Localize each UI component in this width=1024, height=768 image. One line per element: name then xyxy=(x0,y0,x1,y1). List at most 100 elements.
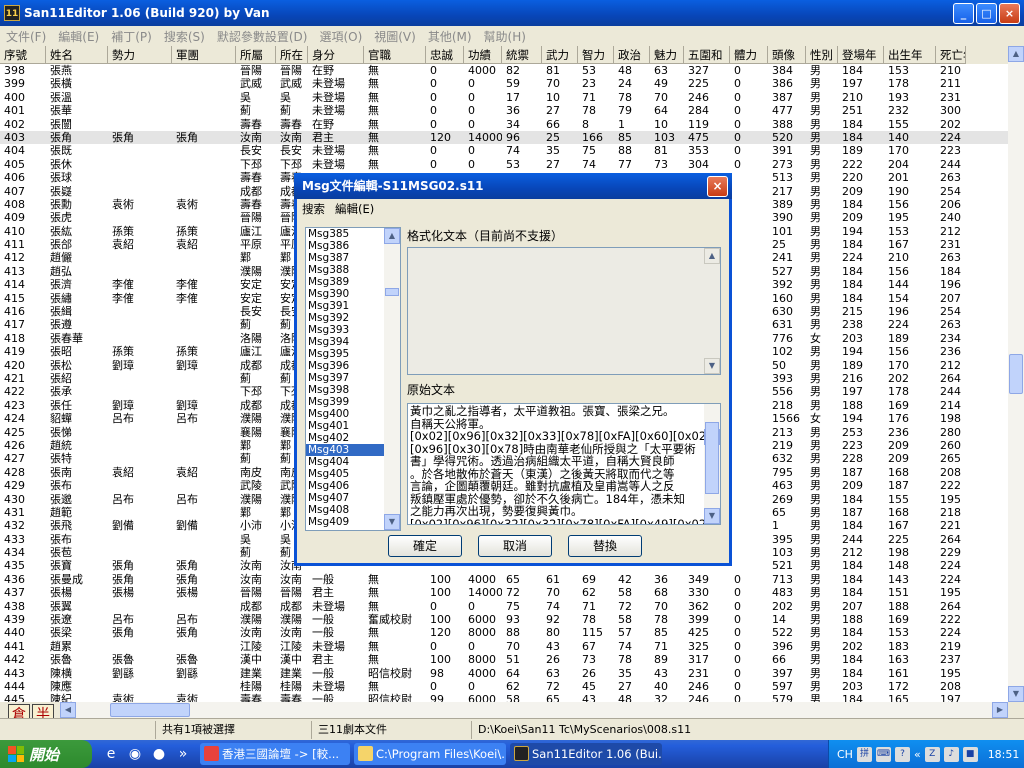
help-icon[interactable]: ? xyxy=(894,746,910,762)
ime-tray-icon[interactable]: 拼 xyxy=(856,746,872,762)
table-row[interactable]: 401 張華 薊 薊 未登場 無 0 0 36 27 78 79 64 284 0 477 男 251 232 300 xyxy=(0,104,1008,117)
table-cell: 男 xyxy=(810,532,821,546)
menu-item[interactable]: 幫助(H) xyxy=(478,28,532,45)
menu-item[interactable]: 文件(F) xyxy=(0,28,52,45)
column-header[interactable]: 死亡年 xyxy=(936,46,966,64)
title-bar[interactable]: 11 San11Editor 1.06 (Build 920) by Van _… xyxy=(0,0,1024,26)
list-scroll-up-icon[interactable]: ▲ xyxy=(384,228,400,244)
table-row[interactable]: 400 張溫 吳 吳 未登場 無 0 0 17 10 71 78 70 246 0 387 男 210 193 231 xyxy=(0,91,1008,104)
close-button[interactable]: × xyxy=(999,3,1020,24)
table-row[interactable]: 398 張燕 晉陽 晉陽 在野無 0 4000 82 81 53 48 63 327 0 384 男 184 15… xyxy=(0,64,1008,77)
column-header[interactable]: 體力 xyxy=(730,46,768,64)
list-scroll-down-icon[interactable]: ▼ xyxy=(384,514,400,530)
column-header[interactable]: 魅力 xyxy=(650,46,684,64)
network-icon[interactable]: Z xyxy=(924,746,940,762)
table-row[interactable]: 440 張梁 張角 張角 汝南 汝南 一般無 120 8000 88 80 115 57 85 425 0 52… xyxy=(0,626,1008,639)
color-tray-icon[interactable]: ■ xyxy=(962,746,978,762)
column-header[interactable]: 所在 xyxy=(276,46,308,64)
scroll-down-arrow-icon[interactable]: ▼ xyxy=(1008,686,1024,702)
scroll-left-arrow-icon[interactable]: ◀ xyxy=(60,702,76,718)
tray-chevron-icon[interactable]: « xyxy=(914,748,921,761)
raw-scroll-down-icon[interactable]: ▼ xyxy=(704,508,720,524)
scroll-right-arrow-icon[interactable]: ▶ xyxy=(992,702,1008,718)
table-horizontal-scrollbar[interactable]: ◀ ▶ xyxy=(60,702,1008,718)
table-row[interactable]: 443 陳横 劉繇 劉繇 建業 建業 一般 昭信校尉 98 4000 64 63 26 35 43 231 0 3… xyxy=(0,667,1008,680)
more-chevron-icon[interactable]: » xyxy=(174,745,192,763)
table-row[interactable]: 437 張楊 張楊 張楊 晉陽 晉陽 君主無 100 14000 72 70 62 58 68 330 0 48… xyxy=(0,586,1008,599)
column-header[interactable]: 智力 xyxy=(578,46,614,64)
raw-text-scrollbar[interactable]: ▲ ▼ xyxy=(704,404,720,524)
minimize-button[interactable]: _ xyxy=(953,3,974,24)
table-row[interactable]: 442 張魯 張魯 張魯 漢中 漢中 君主無 100 8000 51 26 73 78 89 317 0 66 男… xyxy=(0,653,1008,666)
ie-icon[interactable]: e xyxy=(102,745,120,763)
column-header[interactable]: 序號 xyxy=(0,46,46,64)
msg-list[interactable]: Msg385 Msg386 Msg387 Msg388 Msg389 Msg390 Msg3… xyxy=(305,227,401,531)
column-header[interactable]: 出生年 xyxy=(884,46,936,64)
column-header[interactable]: 身分 xyxy=(308,46,364,64)
column-header[interactable]: 統禦 xyxy=(502,46,542,64)
maximize-button[interactable]: □ xyxy=(976,3,997,24)
raw-scroll-thumb[interactable] xyxy=(705,422,719,494)
table-vertical-scrollbar[interactable]: ▲ ▼ xyxy=(1008,46,1024,702)
column-header[interactable]: 功績 xyxy=(464,46,502,64)
task-san11editor[interactable]: San11Editor 1.06 (Bui... xyxy=(510,743,662,765)
table-cell: 160 xyxy=(772,291,793,305)
volume-icon[interactable]: ♪ xyxy=(943,746,959,762)
column-header[interactable]: 頭像 xyxy=(768,46,806,64)
table-row[interactable]: 402 張闓 壽春 壽春 在野無 0 0 34 66 8 1 10 119 0 388 男 184 155 202 xyxy=(0,118,1008,131)
table-row[interactable]: 399 張橫 武威 武威 未登場無 0 0 59 70 23 24 49 225 0 386 男 197 178 2… xyxy=(0,77,1008,90)
table-cell: 男 xyxy=(810,224,821,238)
raw-text-area[interactable]: 黃巾之亂之指導者，太平道教祖。張寶、張梁之兄。 自稱天公將軍。 [0x02][0x9… xyxy=(407,403,721,525)
column-header[interactable]: 勢力 xyxy=(108,46,172,64)
formatted-text-area[interactable]: ▲ ▼ xyxy=(407,247,721,375)
dialog-menu-item[interactable]: 編輯(E) xyxy=(330,201,379,217)
scroll-up-arrow-icon[interactable]: ▲ xyxy=(1008,46,1024,62)
keyboard-icon[interactable]: ⌨ xyxy=(875,746,891,762)
menu-item[interactable]: 其他(M) xyxy=(422,28,478,45)
ok-button[interactable]: 確定 xyxy=(388,535,462,557)
dialog-title-bar[interactable]: Msg文件編輯-S11MSG02.s11 × xyxy=(294,173,732,199)
cancel-button[interactable]: 取消 xyxy=(478,535,552,557)
column-header[interactable]: 所屬 xyxy=(236,46,276,64)
msg-list-scrollbar[interactable]: ▲ ▼ xyxy=(384,228,400,530)
column-header[interactable]: 性別 xyxy=(806,46,838,64)
column-header[interactable]: 武力 xyxy=(542,46,578,64)
list-scroll-thumb[interactable] xyxy=(385,288,399,296)
column-header[interactable]: 政治 xyxy=(614,46,650,64)
table-row[interactable]: 439 張遼 呂布 呂布 濮陽 濮陽 一般 奮威校尉 100 6000 93 92 78 58 78 399 0… xyxy=(0,613,1008,626)
language-indicator[interactable]: CH xyxy=(837,748,853,761)
table-row[interactable]: 405 張休 下邳 下邳 未登場無 0 0 53 27 74 77 73 304 0 273 男 222 204 2… xyxy=(0,158,1008,171)
menu-item[interactable]: 視圖(V) xyxy=(368,28,422,45)
column-header[interactable]: 忠誠 xyxy=(426,46,464,64)
table-row[interactable]: 441 趙累 江陵 江陵 未登場無 0 0 70 43 67 74 71 325 0 396 男 202 183 2… xyxy=(0,640,1008,653)
column-header[interactable]: 軍團 xyxy=(172,46,236,64)
menu-item[interactable]: 補丁(P) xyxy=(105,28,158,45)
table-row[interactable]: 444 陳應 桂陽 桂陽 未登場無 0 0 62 72 45 27 40 246 0 597 男 203 172 2… xyxy=(0,680,1008,693)
horizontal-scroll-thumb[interactable] xyxy=(110,703,190,717)
table-row[interactable]: 438 張翼 成都 成都 未登場無 0 0 75 74 71 72 70 362 0 202 男 207 188 2… xyxy=(0,600,1008,613)
menu-item[interactable]: 默認參數設置(D) xyxy=(211,28,314,45)
table-cell: 67 xyxy=(582,639,596,653)
start-button[interactable]: 開始 xyxy=(0,740,92,768)
table-cell: 169 xyxy=(888,613,909,627)
vertical-scroll-thumb[interactable] xyxy=(1009,354,1023,394)
column-header[interactable]: 五圍和 xyxy=(684,46,730,64)
firefox-icon[interactable]: ● xyxy=(150,745,168,763)
column-header[interactable]: 登場年 xyxy=(838,46,884,64)
table-row[interactable]: 403 張角 張角 張角 汝南 汝南 君主無 120 14000 96 25 166 85 103 475 0… xyxy=(0,130,1008,145)
table-row[interactable]: 404 張既 長安 長安 未登場無 0 0 74 35 75 88 81 353 0 391 男 189 170 2… xyxy=(0,144,1008,157)
column-header[interactable]: 姓名 xyxy=(46,46,108,64)
menu-item[interactable]: 搜索(S) xyxy=(158,28,211,45)
messenger-icon[interactable]: ◉ xyxy=(126,745,144,763)
task-explorer[interactable]: C:\Program Files\Koei\... xyxy=(354,743,506,765)
menu-item[interactable]: 編輯(E) xyxy=(52,28,105,45)
dialog-menu-item[interactable]: 搜索 xyxy=(297,201,330,217)
task-forum[interactable]: 香港三國論壇 -> [較... xyxy=(200,743,350,765)
table-cell: 64 xyxy=(654,104,668,118)
column-header[interactable]: 官職 xyxy=(364,46,426,64)
table-row[interactable]: 445 陳紀 袁術 袁術 壽春 壽春 一般 昭信校尉 99 6000 58 65 43 48 32 246 0 5… xyxy=(0,693,1008,702)
menu-item[interactable]: 選項(O) xyxy=(313,28,368,45)
dialog-close-button[interactable]: × xyxy=(707,176,728,197)
table-row[interactable]: 436 張曼成 張角 張角 汝南 汝南 一般無 100 4000 65 61 69 42 36 349 0 71… xyxy=(0,573,1008,586)
replace-button[interactable]: 替換 xyxy=(568,535,642,557)
